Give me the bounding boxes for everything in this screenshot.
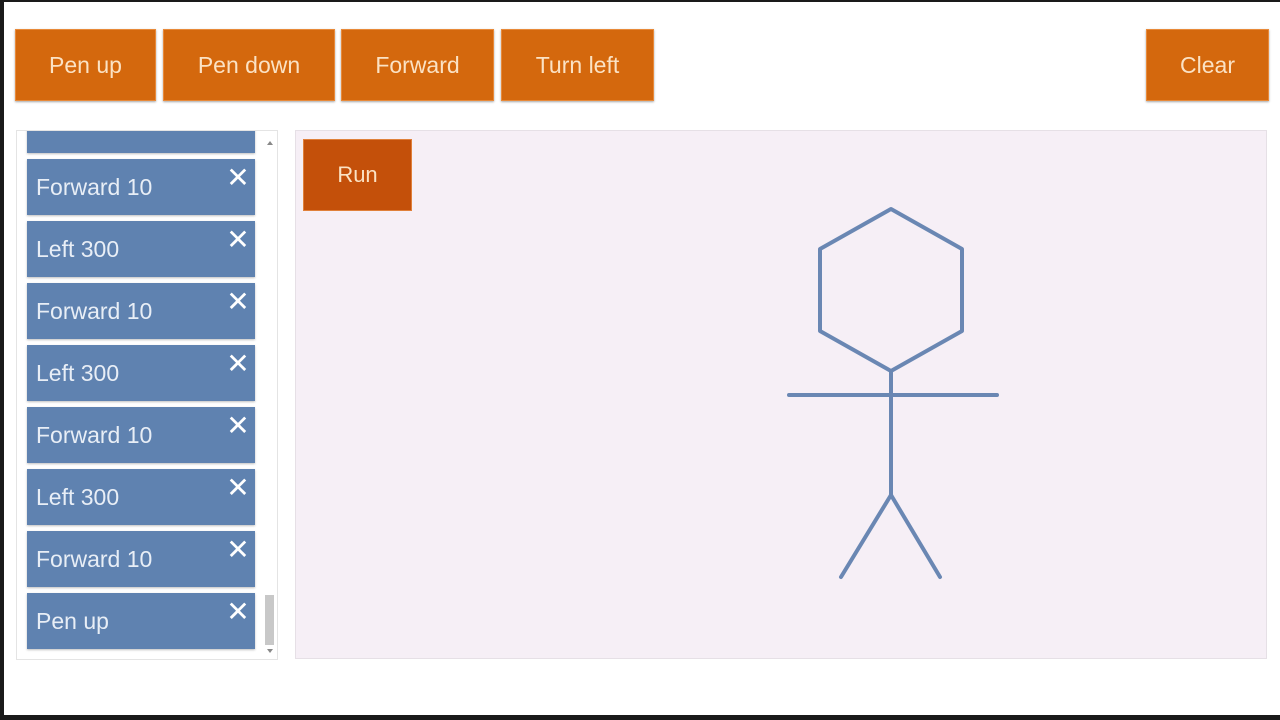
turtle-drawing — [787, 207, 999, 579]
command-label: Forward 10 — [36, 421, 153, 448]
remove-icon[interactable]: ✕ — [225, 350, 251, 378]
remove-icon[interactable]: ✕ — [225, 598, 251, 626]
command-list[interactable]: Forward 10 ✕ Left 300 ✕ Forward 10 ✕ Lef… — [16, 130, 278, 660]
list-item-partial[interactable] — [27, 131, 255, 153]
remove-icon[interactable]: ✕ — [225, 226, 251, 254]
remove-icon[interactable]: ✕ — [225, 164, 251, 192]
drawing-canvas[interactable]: Run — [295, 130, 1267, 659]
forward-button[interactable]: Forward — [341, 29, 494, 101]
left-leg-line — [839, 493, 893, 579]
list-item[interactable]: Pen up ✕ — [27, 593, 255, 649]
list-item[interactable]: Forward 10 ✕ — [27, 283, 255, 339]
turn-left-button[interactable]: Turn left — [501, 29, 654, 101]
scroll-down-arrow-icon[interactable] — [267, 649, 273, 653]
scroll-up-arrow-icon[interactable] — [267, 141, 273, 145]
command-label: Forward 10 — [36, 297, 153, 324]
list-item[interactable]: Left 300 ✕ — [27, 345, 255, 401]
list-item[interactable]: Forward 10 ✕ — [27, 531, 255, 587]
command-label: Forward 10 — [36, 545, 153, 572]
head-hexagon — [818, 207, 964, 373]
pen-up-button[interactable]: Pen up — [15, 29, 156, 101]
scrollbar-thumb[interactable] — [265, 595, 274, 645]
list-item[interactable]: Forward 10 ✕ — [27, 407, 255, 463]
remove-icon[interactable]: ✕ — [225, 474, 251, 502]
command-label: Left 300 — [36, 235, 120, 262]
right-leg-line — [889, 493, 942, 579]
command-label: Forward 10 — [36, 173, 153, 200]
clear-button[interactable]: Clear — [1146, 29, 1269, 101]
remove-icon[interactable]: ✕ — [225, 536, 251, 564]
list-item[interactable]: Left 300 ✕ — [27, 221, 255, 277]
command-label: Left 300 — [36, 359, 120, 386]
pen-down-button[interactable]: Pen down — [163, 29, 335, 101]
list-item[interactable]: Forward 10 ✕ — [27, 159, 255, 215]
command-label: Pen up — [36, 607, 109, 634]
remove-icon[interactable]: ✕ — [225, 288, 251, 316]
scrollbar[interactable] — [265, 137, 275, 655]
list-item[interactable]: Left 300 ✕ — [27, 469, 255, 525]
command-label: Left 300 — [36, 483, 120, 510]
run-button[interactable]: Run — [303, 139, 412, 211]
remove-icon[interactable]: ✕ — [225, 412, 251, 440]
